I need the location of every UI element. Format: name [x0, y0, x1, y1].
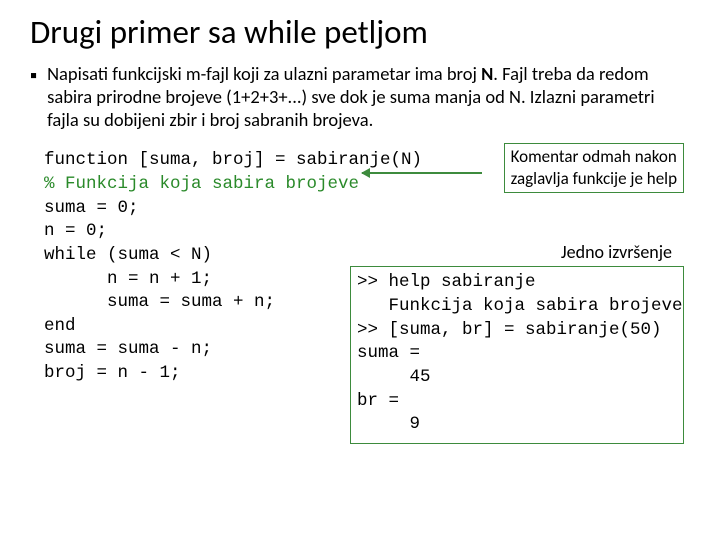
- bullet-icon: ▪: [30, 66, 37, 86]
- code-line-7: suma = suma + n;: [44, 292, 275, 312]
- output-line-2: Funkcija koja sabira brojeve: [357, 296, 683, 316]
- help-annotation-box: Komentar odmah nakon zaglavlja funkcije …: [504, 143, 684, 193]
- code-line-3: suma = 0;: [44, 198, 139, 218]
- code-line-1: function [suma, broj] = sabiranje(N): [44, 150, 422, 170]
- output-line-1: >> help sabiranje: [357, 272, 536, 292]
- paragraph-text: Napisati funkcijski m-fajl koji za ulazn…: [47, 62, 690, 131]
- execution-label: Jedno izvršenje: [561, 241, 672, 263]
- code-line-8: end: [44, 316, 76, 336]
- output-line-6: br =: [357, 391, 399, 411]
- slide-title: Drugi primer sa while petljom: [30, 12, 690, 52]
- code-line-5: while (suma < N): [44, 245, 212, 265]
- paragraph-bold: N: [481, 62, 493, 85]
- code-line-2: % Funkcija koja sabira brojeve: [44, 174, 359, 194]
- paragraph-part-1: Napisati funkcijski m-fajl koji za ulazn…: [47, 62, 481, 85]
- code-line-6: n = n + 1;: [44, 269, 212, 289]
- paragraph-row: ▪ Napisati funkcijski m-fajl koji za ula…: [30, 62, 690, 131]
- lower-area: function [suma, broj] = sabiranje(N) % F…: [30, 149, 690, 385]
- output-line-5: 45: [357, 367, 431, 387]
- code-line-10: broj = n - 1;: [44, 363, 181, 383]
- arrow-icon: [362, 172, 482, 174]
- output-line-7: 9: [357, 414, 420, 434]
- output-box: >> help sabiranje Funkcija koja sabira b…: [350, 266, 684, 443]
- code-line-4: n = 0;: [44, 221, 107, 241]
- help-line-1: Komentar odmah nakon: [511, 146, 677, 167]
- help-line-2: zaglavlja funkcije je help: [511, 168, 677, 189]
- output-line-3: >> [suma, br] = sabiranje(50): [357, 320, 662, 340]
- output-line-4: suma =: [357, 343, 420, 363]
- code-line-9: suma = suma - n;: [44, 339, 212, 359]
